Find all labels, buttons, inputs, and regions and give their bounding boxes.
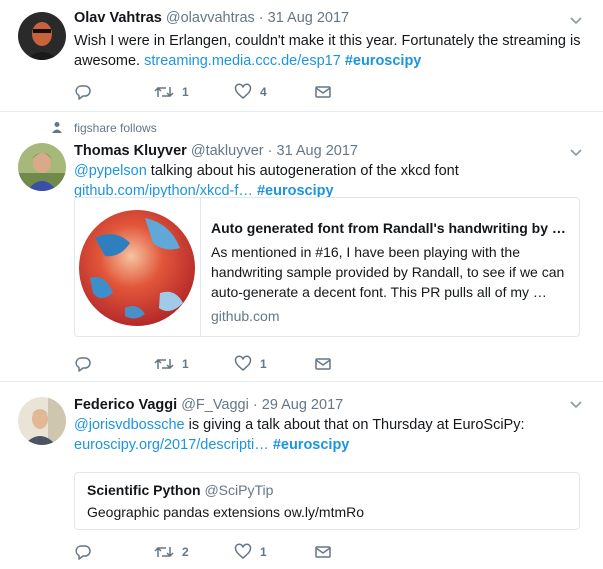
tweet-header: Olav Vahtras @olavvahtras · 31 Aug 2017	[74, 8, 589, 28]
separator-dot: ·	[252, 397, 258, 413]
card-description: As mentioned in #16, I have been playing…	[211, 244, 565, 300]
mention[interactable]: @pypelson	[74, 163, 147, 179]
quoted-screenname: @SciPyTip	[204, 482, 274, 498]
retweet-icon	[154, 355, 174, 373]
tweet-header: Thomas Kluyver @takluyver · 31 Aug 2017	[74, 141, 589, 161]
like-button[interactable]: 1	[234, 353, 314, 375]
tweet[interactable]: Olav Vahtras @olavvahtras · 31 Aug 2017 …	[0, 0, 603, 112]
retweet-button[interactable]: 1	[154, 353, 234, 375]
tweet-actions: 1 4	[74, 81, 394, 103]
screenname[interactable]: @olavvahtras	[166, 10, 255, 26]
card-image	[75, 198, 201, 336]
social-context-text[interactable]: figshare follows	[74, 121, 157, 135]
hashtag[interactable]: #euroscipy	[273, 437, 350, 453]
separator-dot: ·	[267, 143, 273, 159]
quoted-tweet-header: Scientific Python @SciPyTip	[87, 481, 273, 499]
tweet-link[interactable]: euroscipy.org/2017/descripti…	[74, 437, 269, 453]
card-title: Auto generated font from Randall's handw…	[211, 220, 566, 236]
reply-icon	[74, 83, 92, 101]
tweet-text: @pypelson talking about his autogenerati…	[74, 161, 589, 181]
card-domain: github.com	[211, 308, 280, 324]
link-card[interactable]: Auto generated font from Randall's handw…	[74, 197, 580, 337]
reply-button[interactable]	[74, 353, 154, 375]
dm-button[interactable]	[314, 353, 394, 375]
screenname[interactable]: @F_Vaggi	[181, 397, 249, 413]
screenname[interactable]: @takluyver	[191, 143, 264, 159]
retweet-icon	[154, 83, 174, 101]
like-count: 4	[260, 85, 267, 99]
tweet-actions: 1 1	[74, 353, 394, 375]
avatar[interactable]	[18, 12, 66, 60]
tweet-text-plain: talking about his autogeneration of the …	[146, 163, 459, 179]
tweet-actions: 2 1	[74, 541, 394, 563]
dm-button[interactable]	[314, 541, 394, 563]
envelope-icon	[314, 83, 332, 101]
heart-icon	[234, 543, 252, 561]
avatar[interactable]	[18, 143, 66, 191]
fullname[interactable]: Thomas Kluyver	[74, 143, 187, 159]
retweet-count: 2	[182, 545, 189, 559]
heart-icon	[234, 83, 252, 101]
like-button[interactable]: 4	[234, 81, 314, 103]
timestamp[interactable]: 31 Aug 2017	[268, 10, 349, 26]
mention[interactable]: @jorisvdbossche	[74, 417, 185, 433]
tweet-text-line: euroscipy.org/2017/descripti… #euroscipy	[74, 435, 589, 455]
retweet-count: 1	[182, 85, 189, 99]
retweet-count: 1	[182, 357, 189, 371]
dm-button[interactable]	[314, 81, 394, 103]
tweet-link[interactable]: streaming.media.ccc.de/esp17	[144, 53, 341, 69]
retweet-button[interactable]: 1	[154, 81, 234, 103]
fullname[interactable]: Olav Vahtras	[74, 10, 162, 26]
separator-dot: ·	[258, 10, 264, 26]
like-count: 1	[260, 357, 267, 371]
person-icon	[52, 121, 74, 136]
chevron-down-icon[interactable]	[569, 146, 583, 160]
tweet-text-plain: is giving a talk about that on Thursday …	[184, 417, 525, 433]
social-context: figshare follows	[52, 120, 157, 136]
chevron-down-icon[interactable]	[569, 14, 583, 28]
reply-button[interactable]	[74, 81, 154, 103]
like-count: 1	[260, 545, 267, 559]
fullname[interactable]: Federico Vaggi	[74, 397, 177, 413]
tweet-header: Federico Vaggi @F_Vaggi · 29 Aug 2017	[74, 395, 589, 415]
retweet-icon	[154, 543, 174, 561]
like-button[interactable]: 1	[234, 541, 314, 563]
chevron-down-icon[interactable]	[569, 398, 583, 412]
reply-button[interactable]	[74, 541, 154, 563]
tweet-text: @jorisvdbossche is giving a talk about t…	[74, 415, 589, 435]
avatar[interactable]	[18, 397, 66, 445]
heart-icon	[234, 355, 252, 373]
retweet-button[interactable]: 2	[154, 541, 234, 563]
envelope-icon	[314, 543, 332, 561]
quoted-fullname: Scientific Python	[87, 482, 201, 498]
reply-icon	[74, 355, 92, 373]
timestamp[interactable]: 31 Aug 2017	[277, 143, 358, 159]
timestamp[interactable]: 29 Aug 2017	[262, 397, 343, 413]
envelope-icon	[314, 355, 332, 373]
hashtag[interactable]: #euroscipy	[345, 53, 422, 69]
tweet-text: Wish I were in Erlangen, couldn't make i…	[74, 31, 589, 71]
reply-icon	[74, 543, 92, 561]
quoted-tweet-text: Geographic pandas extensions ow.ly/mtmRo	[87, 504, 365, 520]
quoted-tweet[interactable]: Scientific Python @SciPyTip Geographic p…	[74, 472, 580, 530]
